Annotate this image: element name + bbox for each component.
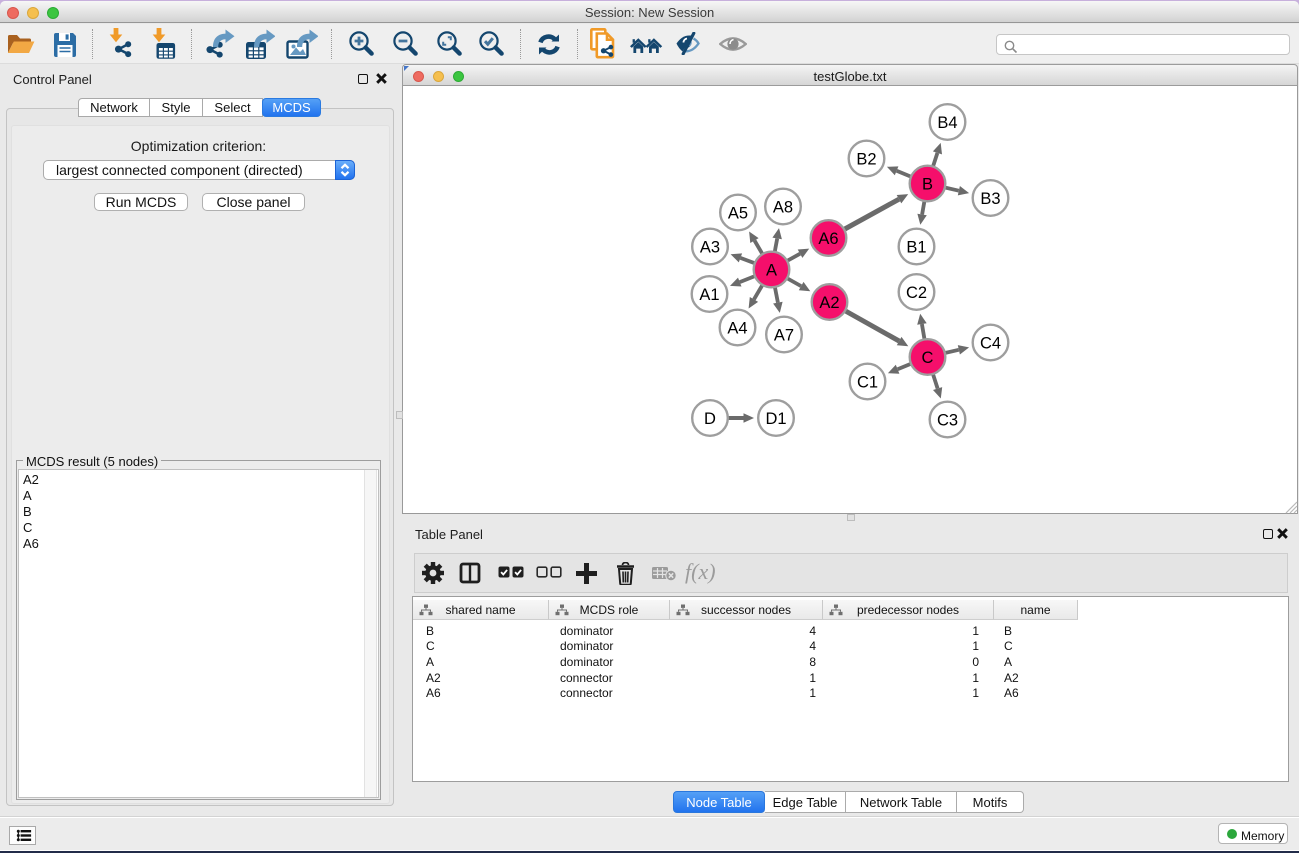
svg-text:A7: A7	[774, 327, 794, 345]
svg-text:B3: B3	[980, 190, 1000, 208]
svg-text:A8: A8	[773, 199, 793, 217]
svg-text:A5: A5	[728, 205, 748, 223]
svg-text:C4: C4	[980, 335, 1001, 353]
svg-text:C3: C3	[937, 412, 958, 430]
svg-text:B4: B4	[937, 114, 957, 132]
svg-text:C: C	[922, 349, 934, 367]
svg-text:D: D	[704, 410, 716, 428]
svg-text:C1: C1	[857, 374, 878, 392]
svg-text:A2: A2	[819, 294, 839, 312]
svg-text:A4: A4	[727, 320, 747, 338]
svg-text:B1: B1	[906, 239, 926, 257]
svg-text:A3: A3	[700, 239, 720, 257]
svg-text:D1: D1	[765, 410, 786, 428]
svg-text:A6: A6	[818, 230, 838, 248]
svg-text:A: A	[766, 262, 777, 280]
svg-text:B: B	[922, 176, 933, 194]
svg-text:B2: B2	[856, 151, 876, 169]
svg-text:C2: C2	[906, 284, 927, 302]
svg-text:A1: A1	[699, 286, 719, 304]
